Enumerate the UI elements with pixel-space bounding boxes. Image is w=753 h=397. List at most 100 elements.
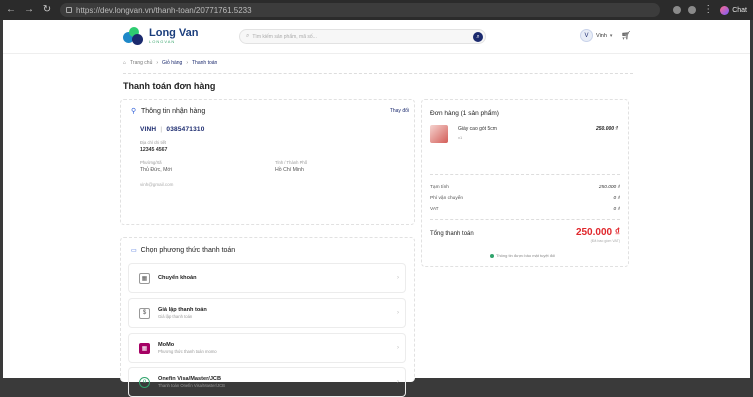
site-info-icon[interactable] [66, 7, 72, 13]
product-info: Giày cao gót 5cm x1 [458, 126, 497, 140]
payment-method-desc: Giả lập thanh toán [158, 314, 193, 319]
receiver-card: ⚲ Thông tin nhận hàng Thay đổi VINH | 03… [120, 99, 415, 225]
ward-label: Phường/Xã [140, 160, 162, 165]
page-title: Thanh toán đơn hàng [123, 81, 216, 91]
payment-method-bank-transfer[interactable]: ▦ Chuyển khoản › [128, 263, 406, 293]
total-label: Tổng thanh toán [430, 231, 474, 237]
shipping-label: Phí vận chuyển [430, 196, 464, 201]
chat-icon [720, 5, 730, 15]
receiver-email: vinh@gmail.com [140, 182, 174, 187]
payment-method-simulated[interactable]: $ Giả lập thanh toán Giả lập thanh toán … [128, 298, 406, 328]
receiver-contact: VINH | 0385471310 [140, 126, 205, 133]
payment-section-title: ▭ Chọn phương thức thanh toán [131, 247, 235, 254]
forward-icon[interactable]: → [24, 5, 34, 15]
site-header: Long Van LONGVAN ⌕ Tìm kiếm sản phẩm, mã… [3, 20, 750, 54]
order-title: Đơn hàng (1 sản phẩm) [430, 110, 499, 117]
chevron-right-icon: › [397, 310, 399, 316]
profile-icon[interactable] [688, 6, 697, 14]
url-text: https://dev.longvan.vn/thanh-toan/207717… [76, 5, 252, 15]
total-value: 250.000 ₫ [575, 227, 620, 238]
payment-method-name: Onefin Visa/Master/JCB [158, 376, 222, 382]
user-menu[interactable]: V Vinh ▾ [580, 29, 612, 42]
separator: | [160, 126, 163, 133]
receiver-phone: 0385471310 [166, 126, 205, 133]
payment-method-desc: Thanh toán Onefin Visa/Master/JCB [158, 383, 225, 388]
logo-subtitle: LONGVAN [149, 39, 176, 44]
address-bar[interactable]: https://dev.longvan.vn/thanh-toan/207717… [60, 3, 660, 17]
address-grid: Phường/Xã Tỉnh / Thành Phố Thủ Đức, Mới … [140, 160, 390, 173]
payment-method-desc: Phương thức thanh toán momo [158, 349, 217, 354]
cash-icon: $ [139, 307, 150, 319]
back-icon[interactable]: ← [6, 5, 16, 15]
menu-icon[interactable]: ⋮ [703, 5, 713, 15]
product-image[interactable] [430, 125, 448, 143]
breadcrumb-home[interactable]: Trang chủ [130, 60, 152, 66]
receiver-name: VINH [140, 126, 157, 133]
chevron-down-icon: ▾ [609, 32, 613, 39]
divider [430, 174, 620, 175]
payment-method-name: MoMo [158, 342, 175, 348]
divider [430, 219, 620, 220]
chevron-right-icon: › [397, 275, 399, 281]
vat-row: VAT 0 ₫ [430, 207, 620, 212]
location-pin-icon: ⚲ [131, 108, 137, 115]
secure-note: Thông tin được bảo mật tuyệt đối [490, 253, 555, 258]
address-label: Địa chỉ chi tiết [140, 140, 167, 145]
breadcrumb-separator: › [186, 60, 188, 66]
product-price: 250.000 ₫ [595, 126, 618, 132]
momo-icon: ▦ [139, 342, 150, 354]
subtotal-value: 250.000 ₫ [598, 185, 620, 190]
breadcrumb: ⌂ Trang chủ › Giỏ hàng › Thanh toán [123, 60, 217, 66]
subtotal-row: Tạm tính 250.000 ₫ [430, 185, 620, 190]
change-address-link[interactable]: Thay đổi [390, 108, 409, 114]
chat-label: Chat [732, 6, 747, 14]
address-value: 12345 4567 [140, 147, 168, 153]
avatar: V [580, 29, 593, 42]
subtotal-label: Tạm tính [430, 185, 449, 190]
extension-icon[interactable] [673, 6, 682, 14]
city-value: Hồ Chí Minh [275, 167, 304, 173]
ward-value: Thủ Đức, Mới [140, 167, 172, 173]
reload-icon[interactable]: ↻ [42, 5, 52, 15]
vat-label: VAT [430, 207, 439, 212]
search-button[interactable]: ⌕ [473, 32, 483, 42]
breadcrumb-separator: › [156, 60, 159, 66]
user-name: Vinh [596, 32, 607, 39]
chevron-right-icon: › [397, 345, 399, 351]
search-icon: ⌕ [246, 33, 250, 39]
order-summary-card: Đơn hàng (1 sản phẩm) Giày cao gót 5cm x… [421, 99, 629, 267]
search-box[interactable]: ⌕ Tìm kiếm sản phẩm, mã số... ⌕ [239, 29, 486, 44]
shipping-value: 0 ₫ [613, 196, 620, 201]
chevron-right-icon: › [397, 379, 399, 385]
onefin-icon: o [139, 376, 150, 388]
secure-note-text: Thông tin được bảo mật tuyệt đối [496, 253, 556, 258]
divider [123, 73, 633, 74]
address-detail: Địa chỉ chi tiết 12345 4567 [140, 140, 167, 153]
search-input[interactable]: Tìm kiếm sản phẩm, mã số... [252, 34, 316, 40]
breadcrumb-cart[interactable]: Giỏ hàng [162, 60, 182, 66]
bank-icon: ▦ [139, 272, 150, 284]
receiver-section-title: ⚲ Thông tin nhận hàng [131, 108, 205, 115]
logo-name: Long Van [149, 27, 199, 39]
cart-icon[interactable]: 🛒︎ [621, 31, 631, 40]
vat-value: 0 ₫ [613, 207, 620, 212]
browser-toolbar: ← → ↻ https://dev.longvan.vn/thanh-toan/… [0, 0, 753, 20]
payment-method-name: Chuyển khoản [158, 275, 197, 281]
payment-method-name: Giả lập thanh toán [158, 307, 207, 313]
credit-card-icon: ▭ [131, 248, 137, 254]
chat-button[interactable]: Chat [720, 5, 747, 15]
payment-method-onefin[interactable]: o Onefin Visa/Master/JCB Thanh toán Onef… [128, 367, 406, 397]
payment-title-text: Chọn phương thức thanh toán [140, 247, 236, 254]
receiver-title-text: Thông tin nhận hàng [141, 108, 206, 115]
payment-method-momo[interactable]: ▦ MoMo Phương thức thanh toán momo › [128, 333, 406, 363]
logo[interactable]: Long Van LONGVAN [123, 27, 199, 45]
search-icon: ⌕ [476, 33, 480, 40]
city-label: Tỉnh / Thành Phố [275, 160, 308, 165]
breadcrumb-current: Thanh toán [192, 60, 218, 66]
product-name[interactable]: Giày cao gót 5cm [458, 126, 497, 132]
payment-card: ▭ Chọn phương thức thanh toán ▦ Chuyển k… [120, 237, 415, 397]
page: Long Van LONGVAN ⌕ Tìm kiếm sản phẩm, mã… [3, 20, 750, 397]
vat-note: (Đã bao gồm VAT) [590, 239, 620, 243]
logo-icon [123, 27, 145, 45]
product-qty: x1 [458, 135, 463, 140]
